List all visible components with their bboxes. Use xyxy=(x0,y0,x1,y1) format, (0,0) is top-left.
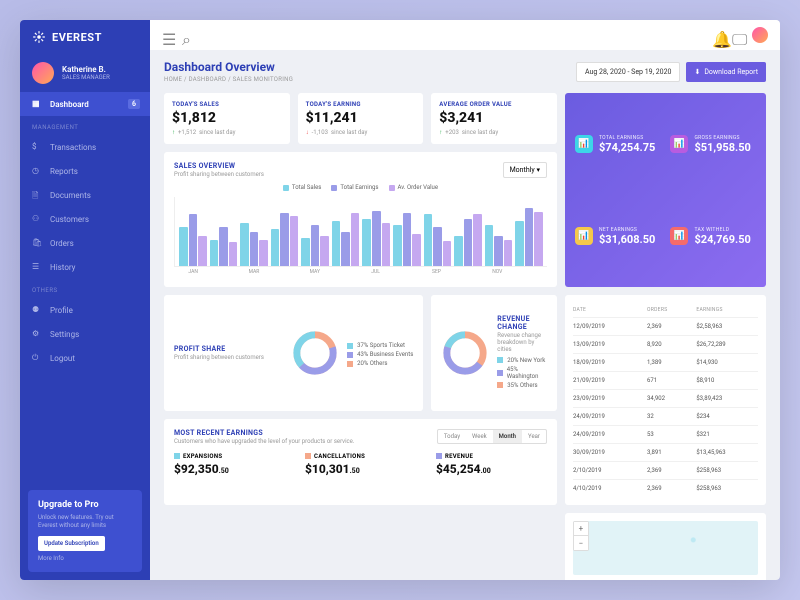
kpi-total: 📊TOTAL EARNINGS$74,254.75 xyxy=(575,103,661,185)
zoom-in-button[interactable]: + xyxy=(574,522,588,536)
topbar: ☰ ⌕ 🔔 🖵 xyxy=(150,20,780,50)
time-range-tabs: TodayWeekMonthYear xyxy=(437,429,547,444)
arrow-down-icon: ↓ xyxy=(306,129,309,136)
table-row[interactable]: 30/09/20193,891$13,45,963 xyxy=(573,443,758,461)
bell-icon[interactable]: 🔔 xyxy=(712,30,722,40)
user-role: SALES MANAGER xyxy=(62,74,110,81)
upgrade-desc: Unlock new features. Try out Everest wit… xyxy=(38,514,132,530)
time-tab-year[interactable]: Year xyxy=(522,430,546,443)
user-icon: ⚉ xyxy=(32,305,42,315)
download-report-button[interactable]: ⬇Download Report xyxy=(686,62,766,82)
kpi-tax: 📊TAX WITHELD$24,769.50 xyxy=(670,195,756,277)
bag-icon: 🛍 xyxy=(32,238,42,248)
avatar xyxy=(32,62,54,84)
table-row[interactable]: 2/10/20192,369$258,963 xyxy=(573,461,758,479)
earnings-table: DATEORDERSEARNINGS 12/09/20192,369$2,58,… xyxy=(565,295,766,505)
nav-customers[interactable]: ⚇Customers xyxy=(20,207,150,231)
breadcrumb: HOME / DASHBOARD / SALES MONITORING xyxy=(164,76,576,83)
nav-logout[interactable]: ⏻Logout xyxy=(20,346,150,370)
map-zoom-controls: + − xyxy=(573,521,589,551)
nav-badge: 6 xyxy=(128,99,140,109)
table-row[interactable]: 12/09/20192,369$2,58,963 xyxy=(573,317,758,335)
nav-documents[interactable]: 🗎Documents xyxy=(20,183,150,207)
bars-icon: 📊 xyxy=(670,227,688,245)
search-icon[interactable]: ⌕ xyxy=(182,30,192,40)
sales-overview-chart: SALES OVERVIEWProfit sharing between cus… xyxy=(164,152,557,287)
earning-revenue: REVENUE$45,254.00 xyxy=(436,453,547,476)
recent-earnings-card: MOST RECENT EARNINGSCustomers who have u… xyxy=(164,419,557,506)
list-icon: ☰ xyxy=(32,262,42,272)
user-block[interactable]: Katherine B. SALES MANAGER xyxy=(20,54,150,92)
monitor-icon[interactable]: 🖵 xyxy=(732,30,742,40)
table-row[interactable]: 24/09/201932$234 xyxy=(573,407,758,425)
people-icon: ⚇ xyxy=(32,214,42,224)
nav-reports[interactable]: ◷Reports xyxy=(20,159,150,183)
dollar-icon: $ xyxy=(32,142,42,152)
time-tab-today[interactable]: Today xyxy=(438,430,466,443)
gear-icon: ⚙ xyxy=(32,329,42,339)
revenue-change-card: REVENUE CHANGE Revenue change breakdown … xyxy=(431,295,557,411)
profit-share-card: PROFIT SHARE Profit sharing between cust… xyxy=(164,295,423,411)
time-tab-week[interactable]: Week xyxy=(466,430,493,443)
nav-settings[interactable]: ⚙Settings xyxy=(20,322,150,346)
nav-orders[interactable]: 🛍Orders xyxy=(20,231,150,255)
donut-chart xyxy=(441,329,489,377)
zoom-out-button[interactable]: − xyxy=(574,536,588,550)
table-row[interactable]: 18/09/20191,389$14,930 xyxy=(573,353,758,371)
table-row[interactable]: 13/09/20198,920$26,72,289 xyxy=(573,335,758,353)
map-card: + − xyxy=(565,513,766,580)
chart-legend: Total Sales Total Earnings Av. Order Val… xyxy=(174,184,547,191)
section-management: MANAGEMENT xyxy=(20,116,150,135)
bars-icon: 📊 xyxy=(670,135,688,153)
table-row[interactable]: 23/09/201934,902$3,89,423 xyxy=(573,389,758,407)
kpi-net: 📊NET EARNINGS$31,608.50 xyxy=(575,195,661,277)
arrow-up-icon: ↑ xyxy=(172,129,175,136)
bar-chart-area xyxy=(174,197,547,267)
table-row[interactable]: 21/09/2019671$8,910 xyxy=(573,371,758,389)
menu-icon[interactable]: ☰ xyxy=(162,30,172,40)
upgrade-button[interactable]: Update Subscription xyxy=(38,536,105,551)
upgrade-title: Upgrade to Pro xyxy=(38,500,132,510)
sidebar: EVEREST Katherine B. SALES MANAGER ▦ Das… xyxy=(20,20,150,580)
bars-icon: 📊 xyxy=(575,227,593,245)
table-row[interactable]: 4/10/20192,369$258,963 xyxy=(573,479,758,497)
kpi-gross: 📊GROSS EARNINGS$51,958.50 xyxy=(670,103,756,185)
power-icon: ⏻ xyxy=(32,353,42,363)
world-map[interactable] xyxy=(573,521,758,575)
kpi-panel: 📊TOTAL EARNINGS$74,254.75 📊GROSS EARNING… xyxy=(565,93,766,287)
stat-aov: AVERAGE ORDER VALUE $3,241 ↑+203since la… xyxy=(431,93,557,144)
nav-transactions[interactable]: $Transactions xyxy=(20,135,150,159)
earning-cancellations: CANCELLATIONS$10,301.50 xyxy=(305,453,416,476)
chart-period-select[interactable]: Monthly ▾ xyxy=(503,162,547,178)
page-header: Dashboard Overview HOME / DASHBOARD / SA… xyxy=(150,50,780,93)
section-others: OTHERS xyxy=(20,279,150,298)
topbar-avatar[interactable] xyxy=(752,27,768,43)
brand-logo: EVEREST xyxy=(20,20,150,54)
date-range-picker[interactable]: Aug 28, 2020 - Sep 19, 2020 xyxy=(576,62,680,82)
arrow-up-icon: ↑ xyxy=(439,129,442,136)
nav-profile[interactable]: ⚉Profile xyxy=(20,298,150,322)
upgrade-more-link[interactable]: More Info xyxy=(38,555,132,562)
bars-icon: 📊 xyxy=(575,135,593,153)
grid-icon: ▦ xyxy=(32,99,42,109)
earning-expansions: EXPANSIONS$92,350.50 xyxy=(174,453,285,476)
nav-history[interactable]: ☰History xyxy=(20,255,150,279)
time-tab-month[interactable]: Month xyxy=(493,430,522,443)
stat-earning: TODAY'S EARNING $11,241 ↓-1,103since las… xyxy=(298,93,424,144)
donut-chart xyxy=(291,329,339,377)
nav-dashboard[interactable]: ▦ Dashboard 6 xyxy=(20,92,150,116)
table-row[interactable]: 24/09/201953$321 xyxy=(573,425,758,443)
document-icon: 🗎 xyxy=(32,190,42,200)
clock-icon: ◷ xyxy=(32,166,42,176)
stat-sales: TODAY'S SALES $1,812 ↑+1,512since last d… xyxy=(164,93,290,144)
upgrade-card: Upgrade to Pro Unlock new features. Try … xyxy=(28,490,142,572)
page-title: Dashboard Overview xyxy=(164,60,576,74)
user-name: Katherine B. xyxy=(62,65,110,74)
download-icon: ⬇ xyxy=(694,68,700,76)
logo-icon xyxy=(32,30,46,44)
